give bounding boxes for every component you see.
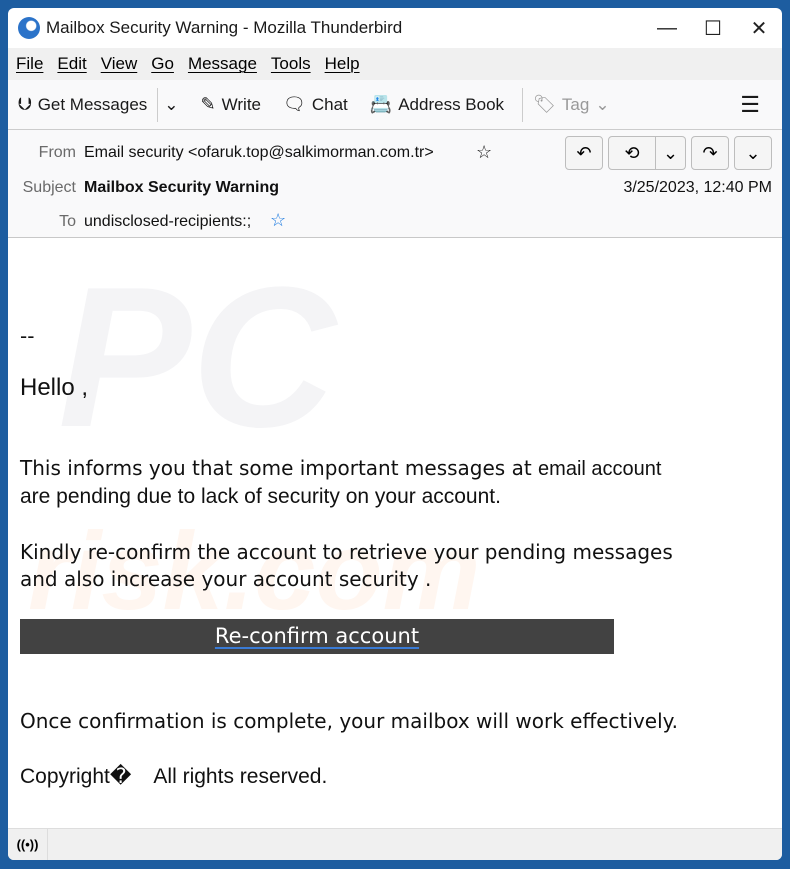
get-messages-button[interactable]: ⮋ Get Messages <box>18 94 147 115</box>
reply-all-icon: ⟲ <box>624 142 640 163</box>
write-label: Write <box>221 94 261 114</box>
hamburger-menu-icon[interactable]: ☰ <box>740 92 760 118</box>
close-button[interactable]: ✕ <box>736 8 782 48</box>
menu-file[interactable]: File <box>16 54 43 74</box>
chat-icon: 🗨 <box>283 94 306 114</box>
minimize-button[interactable]: — <box>644 8 690 48</box>
from-value[interactable]: Email security <ofaruk.top@salkimorman.c… <box>84 144 434 162</box>
menu-message[interactable]: Message <box>188 54 257 74</box>
reply-all-dropdown[interactable]: ⌄ <box>656 136 686 170</box>
forward-icon: ↷ <box>702 142 718 163</box>
reply-all-button[interactable]: ⟲ <box>608 136 656 170</box>
from-label: From <box>38 144 76 161</box>
address-book-label: Address Book <box>398 94 505 114</box>
star-icon[interactable]: ☆ <box>270 210 286 231</box>
window-title: Mailbox Security Warning - Mozilla Thund… <box>46 18 403 37</box>
greeting: Hello , <box>20 374 89 401</box>
menu-bar: File Edit View Go Message Tools Help <box>8 48 782 80</box>
paragraph-2-line-2: and also increase your account security … <box>20 567 432 591</box>
tag-label: Tag <box>561 94 590 114</box>
chevron-down-icon: ⌄ <box>662 142 679 163</box>
get-messages-label: Get Messages <box>37 94 148 114</box>
menu-go[interactable]: Go <box>151 54 174 74</box>
toolbar: ⮋ Get Messages ⌄ ✎ Write 🗨 Chat 📇 Address Bo… <box>8 80 782 130</box>
chat-button[interactable]: 🗨 Chat <box>283 94 348 115</box>
dashes: -- <box>20 324 35 348</box>
thunderbird-logo-icon <box>18 17 40 39</box>
message-header: From Email security <ofaruk.top@salkimor… <box>8 130 782 238</box>
to-value[interactable]: undisclosed-recipients:; <box>84 213 251 231</box>
reply-buttons: ↶ ⟲ ⌄ ↷ ⌄ <box>565 136 772 170</box>
subject-label: Subject <box>22 179 76 196</box>
write-button[interactable]: ✎ Write <box>201 94 261 115</box>
date: 3/25/2023, 12:40 PM <box>623 179 772 196</box>
star-icon[interactable]: ☆ <box>476 142 492 163</box>
paragraph-2-line-1: Kindly re-confirm the account to retriev… <box>20 540 673 564</box>
tag-button[interactable]: 🏷 Tag ⌄ <box>533 94 610 115</box>
tag-icon: 🏷 <box>533 94 556 114</box>
address-book-button[interactable]: 📇 Address Book <box>370 94 504 115</box>
paragraph-3: Once confirmation is complete, your mail… <box>20 709 678 733</box>
menu-view[interactable]: View <box>101 54 138 74</box>
rights-text: All rights reserved. <box>153 765 328 788</box>
chat-label: Chat <box>311 94 348 114</box>
menu-help[interactable]: Help <box>325 54 360 74</box>
reply-all-group: ⟲ ⌄ <box>608 136 686 170</box>
chevron-down-icon: ⌄ <box>595 94 610 114</box>
chevron-down-icon: ⌄ <box>164 94 179 114</box>
paragraph-1-line-2: are pending due to lack of security on y… <box>20 485 501 508</box>
reply-icon: ↶ <box>576 142 592 163</box>
address-book-icon: 📇 <box>369 94 393 114</box>
maximize-button[interactable]: ☐ <box>690 8 736 48</box>
menu-tools[interactable]: Tools <box>271 54 311 74</box>
pencil-icon: ✎ <box>200 94 216 114</box>
forward-button[interactable]: ↷ <box>691 136 729 170</box>
thunderbird-window: Mailbox Security Warning - Mozilla Thund… <box>8 8 782 860</box>
message-body: PC risk.com -- Hello , This informs you … <box>8 238 782 828</box>
get-messages-dropdown[interactable]: ⌄ <box>164 95 178 115</box>
download-icon: ⮋ <box>18 94 32 114</box>
title-bar: Mailbox Security Warning - Mozilla Thund… <box>8 8 782 48</box>
email-account-text: email account <box>538 458 662 480</box>
divider <box>522 87 524 122</box>
subject-value: Mailbox Security Warning <box>84 179 279 196</box>
chevron-down-icon: ⌄ <box>745 142 761 163</box>
more-button[interactable]: ⌄ <box>734 136 772 170</box>
paragraph-1-line-1: This informs you that some important mes… <box>20 456 662 480</box>
online-status-icon[interactable]: ((•)) <box>8 829 48 860</box>
menu-edit[interactable]: Edit <box>57 54 86 74</box>
copyright-text: Copyright� <box>20 765 132 788</box>
reconfirm-account-link[interactable]: Re-confirm account <box>215 624 419 648</box>
status-bar: ((•)) <box>8 828 782 860</box>
to-label: To <box>59 213 76 230</box>
divider <box>157 87 159 122</box>
reply-button[interactable]: ↶ <box>565 136 603 170</box>
watermark-logo: PC <box>58 246 336 469</box>
reconfirm-banner: Re-confirm account <box>20 619 614 654</box>
